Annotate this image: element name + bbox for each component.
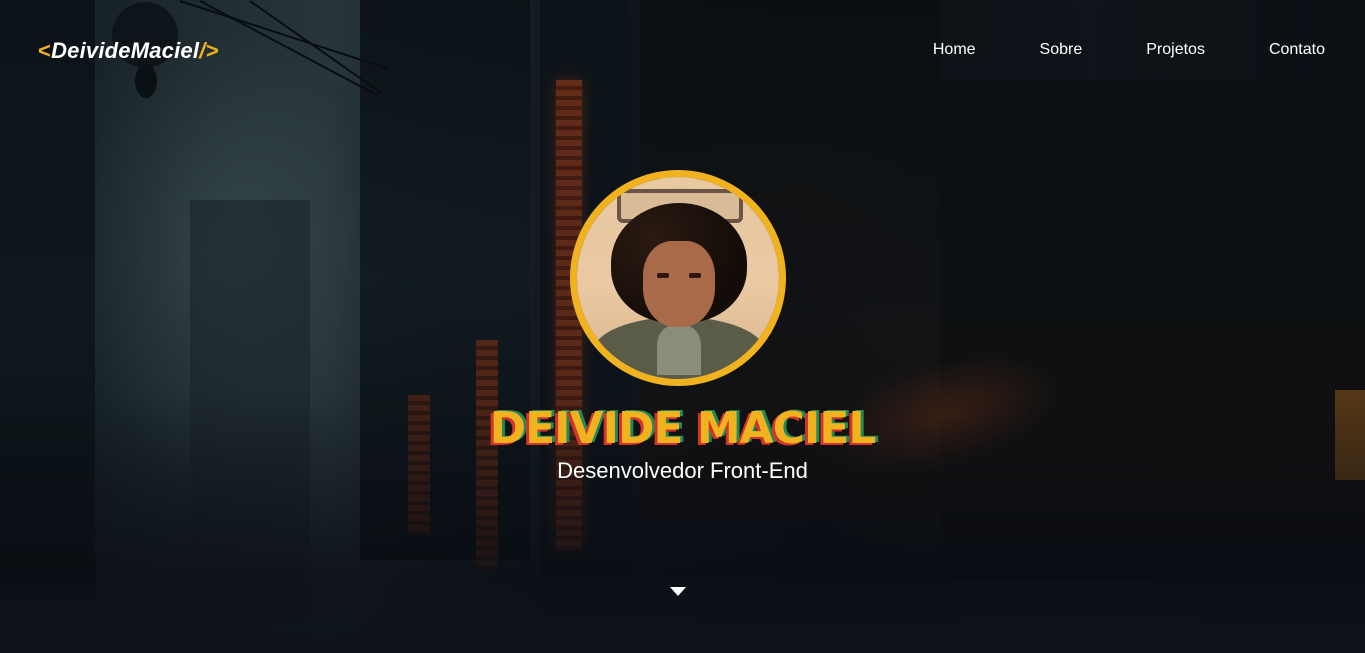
avatar-shirt xyxy=(657,325,701,375)
hero-title: DEIVIDE MACIEL xyxy=(489,403,877,454)
logo-open-bracket: < xyxy=(38,38,52,63)
hero-subtitle: Desenvolvedor Front-End xyxy=(557,458,808,483)
avatar-eye xyxy=(689,273,701,278)
nav-link-projetos[interactable]: Projetos xyxy=(1146,41,1205,59)
nav-link-home[interactable]: Home xyxy=(933,41,976,59)
logo-close-bracket: /> xyxy=(199,38,219,63)
main-nav: Home Sobre Projetos Contato xyxy=(933,41,1325,59)
logo-name: DeivideMaciel xyxy=(51,38,200,63)
avatar-face xyxy=(643,241,715,327)
nav-link-sobre[interactable]: Sobre xyxy=(1040,41,1083,59)
nav-link-contato[interactable]: Contato xyxy=(1269,41,1325,59)
site-logo[interactable]: <DeivideMaciel/> xyxy=(38,38,219,64)
profile-avatar xyxy=(570,170,786,386)
avatar-eye xyxy=(657,273,669,278)
navbar: <DeivideMaciel/> Home Sobre Projetos Con… xyxy=(0,0,1365,100)
caret-down-icon[interactable] xyxy=(670,587,686,596)
